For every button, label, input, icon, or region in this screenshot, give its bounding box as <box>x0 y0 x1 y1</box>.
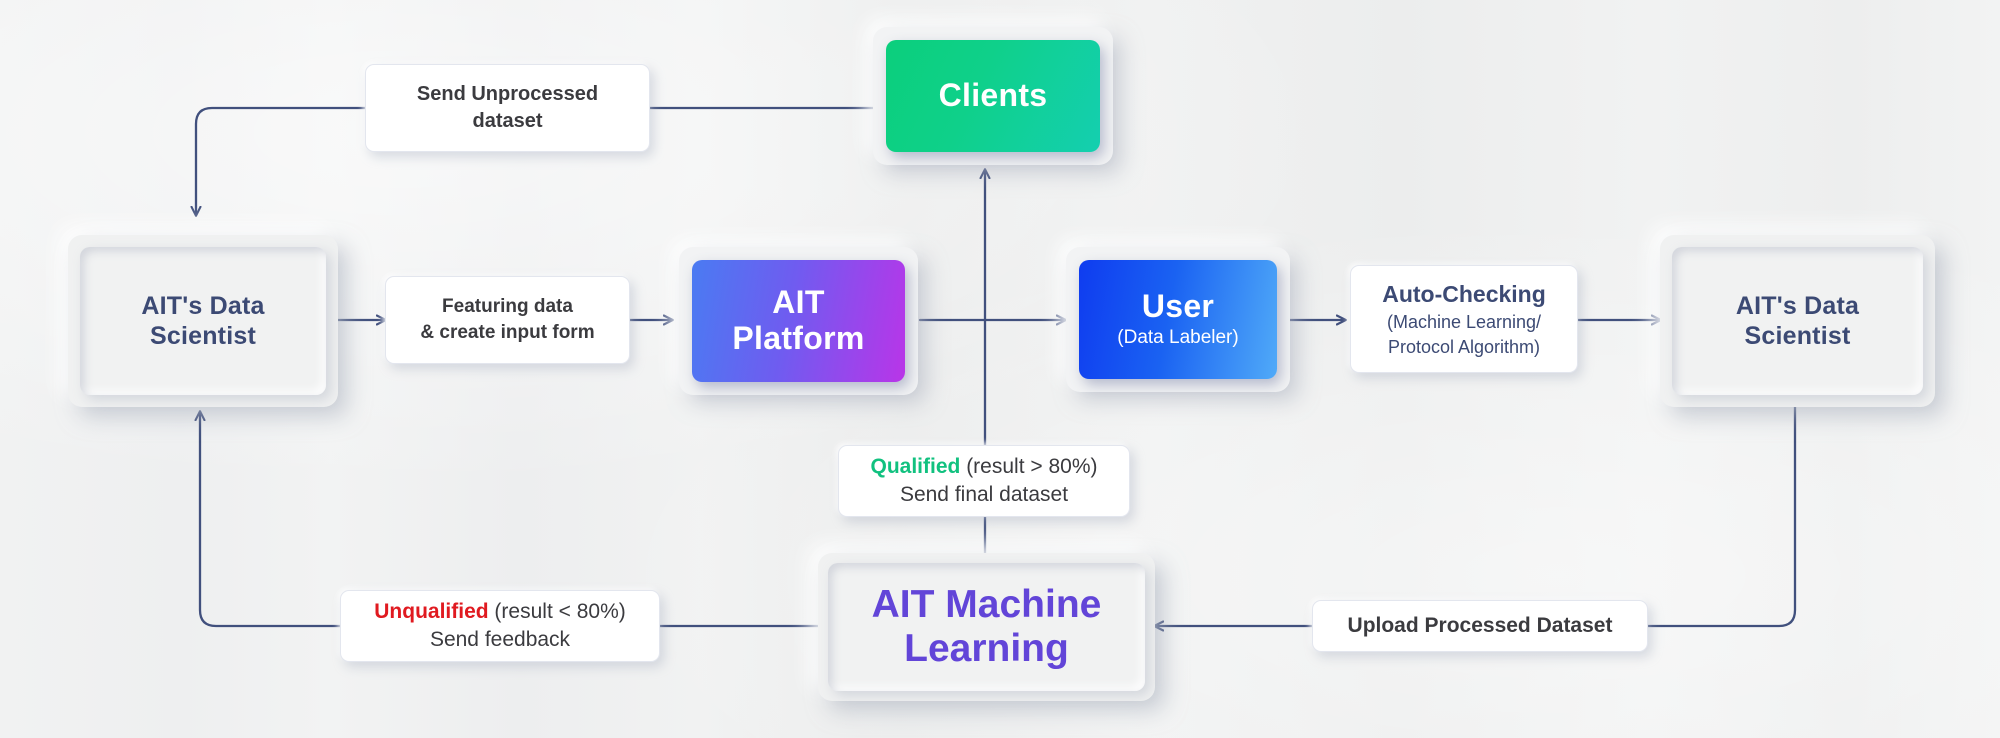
auto-checking-title: Auto-Checking <box>1382 281 1546 308</box>
label-qualified[interactable]: Qualified (result > 80%) Send final data… <box>838 445 1130 517</box>
featuring-data-line1: Featuring data <box>442 296 573 318</box>
user-label: User <box>1141 288 1215 325</box>
unqualified-tag: Unqualified <box>374 599 489 623</box>
data-scientist-right-inner: AIT's Data Scientist <box>1672 247 1923 395</box>
node-ait-platform[interactable]: AIT Platform <box>679 247 918 395</box>
clients-label: Clients <box>938 77 1048 114</box>
data-scientist-right-line2: Scientist <box>1744 322 1851 350</box>
data-scientist-right-line1: AIT's Data <box>1735 291 1860 320</box>
clients-chip: Clients <box>886 40 1100 152</box>
user-chip: User (Data Labeler) <box>1079 260 1277 379</box>
ait-machine-learning-inner: AIT Machine Learning <box>828 563 1145 691</box>
node-clients[interactable]: Clients <box>873 27 1113 165</box>
user-sublabel: (Data Labeler) <box>1117 327 1239 349</box>
node-user[interactable]: User (Data Labeler) <box>1066 247 1290 392</box>
node-data-scientist-left[interactable]: AIT's Data Scientist <box>68 235 338 407</box>
data-scientist-left-line2: Scientist <box>149 322 256 350</box>
label-auto-checking[interactable]: Auto-Checking (Machine Learning/ Protoco… <box>1350 265 1578 373</box>
ait-platform-label: AIT Platform <box>732 284 865 357</box>
label-upload-processed-dataset[interactable]: Upload Processed Dataset <box>1312 600 1648 652</box>
node-data-scientist-right[interactable]: AIT's Data Scientist <box>1660 235 1935 407</box>
ait-platform-line2: Platform <box>732 320 865 356</box>
auto-checking-line2: Protocol Algorithm) <box>1387 336 1541 357</box>
ait-ml-line1: AIT Machine <box>871 583 1102 627</box>
diagram-canvas: Clients Send Unprocessed dataset AIT's D… <box>0 0 2000 738</box>
unqualified-line1: Unqualified (result < 80%) <box>341 598 659 626</box>
node-ait-machine-learning[interactable]: AIT Machine Learning <box>818 553 1155 701</box>
ait-platform-chip: AIT Platform <box>692 260 905 382</box>
label-featuring-data[interactable]: Featuring data & create input form <box>385 276 630 364</box>
label-send-unprocessed-dataset[interactable]: Send Unprocessed dataset <box>365 64 650 152</box>
ait-platform-line1: AIT <box>772 284 825 321</box>
send-unprocessed-line2: dataset <box>472 110 543 132</box>
upload-processed-text: Upload Processed Dataset <box>1347 613 1613 637</box>
unqualified-line2: Send feedback <box>429 628 571 651</box>
send-unprocessed-line1: Send Unprocessed <box>416 83 599 105</box>
qualified-line2: Send final dataset <box>899 483 1069 506</box>
qualified-tag: Qualified <box>870 454 961 478</box>
data-scientist-left-line1: AIT's Data <box>141 291 265 320</box>
ait-machine-learning-label: AIT Machine Learning <box>872 583 1102 670</box>
label-unqualified[interactable]: Unqualified (result < 80%) Send feedback <box>340 590 660 662</box>
ait-ml-line2: Learning <box>904 627 1069 670</box>
qualified-condition: (result > 80%) <box>960 454 1098 478</box>
data-scientist-left-inner: AIT's Data Scientist <box>80 247 326 395</box>
featuring-data-line2: & create input form <box>420 322 595 343</box>
unqualified-condition: (result < 80%) <box>488 599 626 623</box>
auto-checking-line1: (Machine Learning/ <box>1386 312 1542 333</box>
data-scientist-right-label: AIT's Data Scientist <box>1736 291 1859 352</box>
qualified-line1: Qualified (result > 80%) <box>839 453 1129 481</box>
data-scientist-left-label: AIT's Data Scientist <box>141 291 264 352</box>
